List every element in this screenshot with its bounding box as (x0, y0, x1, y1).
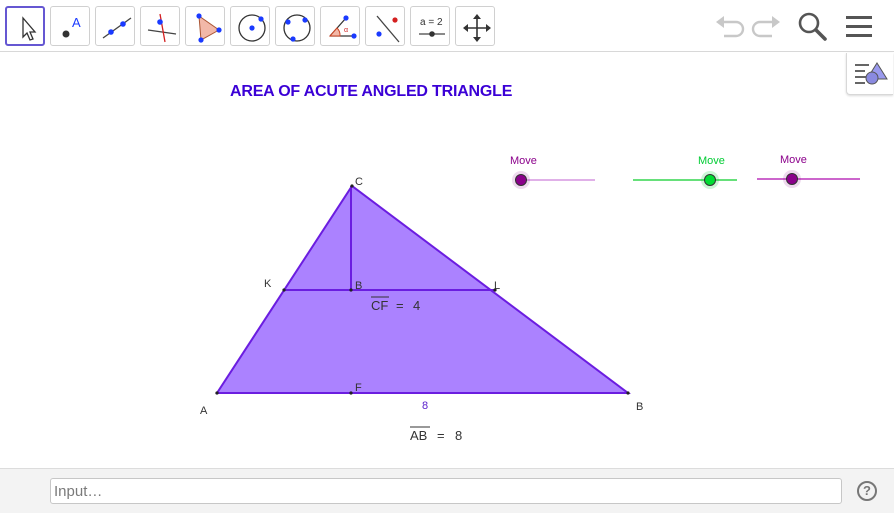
tool-reflect[interactable] (365, 6, 405, 46)
search-button[interactable] (794, 8, 830, 44)
menu-icon (846, 16, 872, 37)
page-title: AREA OF ACUTE ANGLED TRIANGLE (230, 83, 513, 100)
point-b[interactable] (626, 391, 630, 395)
slider-3[interactable]: Move (757, 154, 860, 188)
tool-line[interactable] (95, 6, 135, 46)
reflect-icon (376, 15, 400, 43)
slider-3-thumb[interactable] (786, 173, 798, 185)
point-a[interactable] (215, 391, 219, 395)
search-icon (798, 12, 827, 41)
tool-move-graphics[interactable] (455, 6, 495, 46)
length-ab-label: 8 (422, 400, 428, 412)
tool-angle[interactable]: α (320, 6, 360, 46)
polygon-icon (196, 13, 222, 43)
algebra-input[interactable] (50, 478, 842, 504)
label-a: A (200, 405, 208, 417)
tool-perpendicular[interactable] (140, 6, 180, 46)
slider-icon: a = 2 (419, 17, 445, 37)
point-c[interactable] (350, 184, 354, 188)
help-icon: ? (863, 483, 871, 498)
undo-button[interactable] (712, 8, 748, 44)
label-f: F (355, 382, 362, 394)
slider-2-thumb[interactable] (704, 174, 716, 186)
redo-button[interactable] (748, 8, 784, 44)
style-bar-toggle-button[interactable] (846, 53, 893, 95)
label-b: B (636, 401, 643, 413)
graphics-view[interactable]: A B C K L B F 8 CF = 4 AB = 8 Move Move (0, 53, 894, 468)
move-graphics-view-icon (463, 14, 491, 42)
input-bar: ? (0, 468, 894, 513)
label-c: C (355, 176, 363, 188)
label-k: K (264, 278, 272, 290)
ab-equals: = (437, 428, 445, 443)
tool-move[interactable] (5, 6, 45, 46)
point-b-mid[interactable] (349, 288, 353, 292)
label-b-mid: B (355, 280, 362, 292)
point-icon-label: A (72, 15, 81, 30)
point-f[interactable] (349, 391, 353, 395)
move-arrow-icon (22, 16, 37, 41)
point-icon: A (62, 15, 81, 38)
tool-polygon[interactable] (185, 6, 225, 46)
slider-2-label: Move (698, 155, 725, 167)
slider-1[interactable]: Move (510, 155, 595, 189)
redo-icon (751, 16, 780, 38)
circle-center-icon (238, 14, 266, 42)
svg-text:α: α (344, 27, 348, 34)
slider-3-label: Move (780, 154, 807, 166)
ab-value: 8 (455, 428, 462, 443)
point-k[interactable] (282, 288, 286, 292)
help-button[interactable]: ? (857, 481, 877, 501)
angle-icon: α (328, 15, 357, 39)
tool-circle-three-points[interactable] (275, 6, 315, 46)
main-menu-button[interactable] (842, 8, 878, 44)
tool-point[interactable]: A (50, 6, 90, 46)
tool-circle-center[interactable] (230, 6, 270, 46)
line-icon (102, 17, 132, 39)
circle-three-points-icon (283, 14, 311, 42)
slider-1-thumb[interactable] (515, 174, 527, 186)
perpendicular-line-icon (147, 13, 177, 43)
cf-text: CF (371, 298, 388, 313)
tool-slider[interactable]: a = 2 (410, 6, 450, 46)
toolbar: A α a = 2 (0, 0, 894, 52)
graphics-canvas[interactable]: A B C K L B F 8 CF = 4 AB = 8 Move Move (0, 53, 894, 468)
ab-text: AB (410, 428, 427, 443)
slider-2[interactable]: Move (633, 155, 737, 189)
cf-equals: = (396, 298, 404, 313)
undo-icon (716, 16, 745, 38)
style-bar-icon (855, 62, 888, 85)
slider-1-label: Move (510, 155, 537, 167)
label-l: L (494, 280, 500, 292)
cf-value: 4 (413, 298, 420, 313)
slider-icon-label: a = 2 (420, 17, 443, 28)
